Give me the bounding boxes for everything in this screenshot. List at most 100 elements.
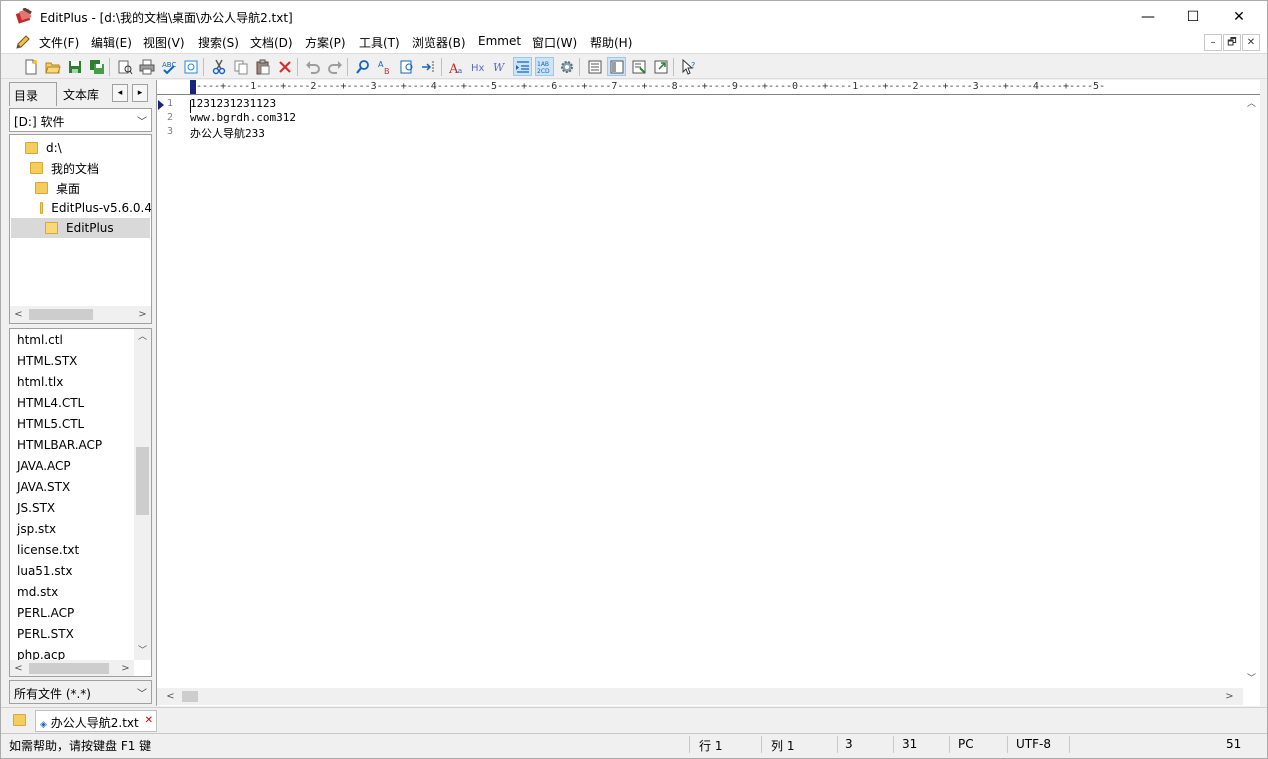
copy-icon[interactable] (231, 57, 250, 76)
redo-icon[interactable] (325, 57, 344, 76)
file-item[interactable]: html.ctl (17, 333, 63, 354)
dir-item-root[interactable]: d:\ (25, 138, 149, 158)
mdi-close-button[interactable]: ✕ (1242, 34, 1260, 51)
help-pointer-icon[interactable]: ? (679, 57, 698, 76)
find-icon[interactable] (353, 57, 372, 76)
close-button[interactable]: ✕ (1216, 1, 1262, 32)
file-item[interactable]: JS.STX (17, 501, 55, 522)
paste-icon[interactable] (253, 57, 272, 76)
indent-icon[interactable] (513, 57, 532, 76)
printer-icon[interactable] (137, 57, 156, 76)
dir-item-desktop[interactable]: 桌面 (35, 178, 149, 198)
status-line-ending[interactable]: PC (958, 737, 974, 751)
goto-line-icon[interactable] (419, 57, 438, 76)
editor-vertical-scrollbar[interactable]: ︿ ﹀ (1243, 96, 1260, 688)
sync-icon[interactable] (181, 57, 200, 76)
scroll-right-icon[interactable]: > (1221, 688, 1238, 705)
file-item[interactable]: jsp.stx (17, 522, 56, 543)
file-item[interactable]: md.stx (17, 585, 58, 606)
file-item[interactable]: HTMLBAR.ACP (17, 438, 102, 459)
scroll-up-icon[interactable]: ︿ (134, 329, 151, 346)
minimize-button[interactable]: — (1125, 1, 1171, 32)
scroll-left-icon[interactable]: < (10, 660, 27, 676)
maximize-button[interactable]: ☐ (1170, 1, 1216, 32)
file-item[interactable]: html.tlx (17, 375, 63, 396)
editor-horizontal-scrollbar[interactable]: < > (157, 688, 1243, 705)
editor-area[interactable]: ----+----1----+----2----+----3----+----4… (156, 80, 1260, 706)
word-wrap-icon[interactable]: W (491, 57, 510, 76)
open-file-icon[interactable] (43, 57, 62, 76)
mdi-restore-button[interactable]: 🗗 (1223, 34, 1241, 51)
tab-document[interactable]: ◈ 办公人导航2.txt ✕ (35, 710, 157, 732)
code-line[interactable]: 1231231231123 (190, 97, 276, 110)
file-item[interactable]: HTML4.CTL (17, 396, 84, 417)
scroll-left-icon[interactable]: < (10, 306, 27, 323)
tab-cliptext[interactable]: 文本库 (59, 82, 109, 106)
hex-icon[interactable]: Hx (469, 57, 488, 76)
tab-directory[interactable]: 目录 (9, 82, 57, 106)
dir-item-editplus[interactable]: EditPlus (11, 218, 150, 238)
title-bar[interactable]: EditPlus - [d:\我的文档\桌面\办公人导航2.txt] — ☐ ✕ (1, 1, 1267, 32)
file-filter-select[interactable]: 所有文件 (*.*) ﹀ (9, 680, 152, 704)
undo-icon[interactable] (303, 57, 322, 76)
scrollbar-thumb[interactable] (29, 663, 109, 674)
panel-output-icon[interactable] (629, 57, 648, 76)
file-item[interactable]: HTML5.CTL (17, 417, 84, 438)
scroll-down-icon[interactable]: ﹀ (1243, 671, 1260, 688)
code-line[interactable]: 办公人导航233 (190, 125, 265, 141)
menu-tools[interactable]: 工具(T) (359, 34, 400, 51)
menu-document[interactable]: 文档(D) (250, 34, 293, 51)
cut-icon[interactable] (209, 57, 228, 76)
file-list-horizontal-scrollbar[interactable]: < > (10, 660, 134, 676)
menu-file[interactable]: 文件(F) (39, 34, 79, 51)
file-item[interactable]: PERL.ACP (17, 606, 74, 627)
font-icon[interactable]: Aa (447, 57, 466, 76)
menu-edit[interactable]: 编辑(E) (91, 34, 132, 51)
tab-scroll-right-button[interactable]: ▸ (132, 84, 148, 102)
file-item[interactable]: JAVA.ACP (17, 459, 71, 480)
directory-horizontal-scrollbar[interactable]: < > (10, 306, 151, 323)
replace-icon[interactable]: AB (375, 57, 394, 76)
delete-icon[interactable] (275, 57, 294, 76)
panel-directory-icon[interactable] (607, 57, 626, 76)
mdi-minimize-button[interactable]: – (1204, 34, 1222, 51)
gear-icon[interactable] (557, 57, 576, 76)
print-preview-icon[interactable] (115, 57, 134, 76)
status-encoding[interactable]: UTF-8 (1016, 737, 1051, 751)
dir-item-editplus-version[interactable]: EditPlus-v5.6.0.4 (40, 198, 151, 218)
drive-select[interactable]: [D:] 软件 ﹀ (9, 108, 152, 132)
menu-window[interactable]: 窗口(W) (532, 34, 577, 51)
scroll-left-icon[interactable]: < (162, 688, 179, 705)
save-all-icon[interactable] (87, 57, 106, 76)
menu-project[interactable]: 方案(P) (305, 34, 346, 51)
file-list-vertical-scrollbar[interactable]: ︿ ﹀ (134, 329, 151, 660)
file-item[interactable]: JAVA.STX (17, 480, 70, 501)
save-icon[interactable] (65, 57, 84, 76)
line-numbers-icon[interactable]: 1AB 2CD (535, 57, 554, 76)
spell-check-icon[interactable]: ABC (159, 57, 178, 76)
scrollbar-thumb[interactable] (136, 447, 149, 515)
scrollbar-thumb[interactable] (182, 691, 198, 702)
scroll-right-icon[interactable]: > (134, 306, 151, 323)
code-line[interactable]: www.bgrdh.com312 (190, 111, 296, 124)
panel-browser-icon[interactable] (651, 57, 670, 76)
panel-list-icon[interactable] (585, 57, 604, 76)
tab-scroll-left-button[interactable]: ◂ (112, 84, 128, 102)
file-item[interactable]: license.txt (17, 543, 79, 564)
scroll-right-icon[interactable]: > (117, 660, 134, 676)
menu-help[interactable]: 帮助(H) (590, 34, 632, 51)
file-item[interactable]: PERL.STX (17, 627, 74, 648)
file-item[interactable]: HTML.STX (17, 354, 77, 375)
menu-view[interactable]: 视图(V) (143, 34, 185, 51)
scroll-down-icon[interactable]: ﹀ (134, 643, 151, 660)
dir-item-my-documents[interactable]: 我的文档 (30, 158, 149, 178)
close-tab-icon[interactable]: ✕ (145, 715, 153, 726)
menu-search[interactable]: 搜索(S) (198, 34, 239, 51)
scrollbar-thumb[interactable] (29, 309, 93, 320)
new-file-icon[interactable] (21, 57, 40, 76)
find-in-files-icon[interactable] (397, 57, 416, 76)
menu-emmet[interactable]: Emmet (478, 34, 521, 48)
folder-icon[interactable] (13, 714, 26, 726)
scroll-up-icon[interactable]: ︿ (1243, 96, 1260, 113)
menu-browser[interactable]: 浏览器(B) (412, 34, 466, 51)
